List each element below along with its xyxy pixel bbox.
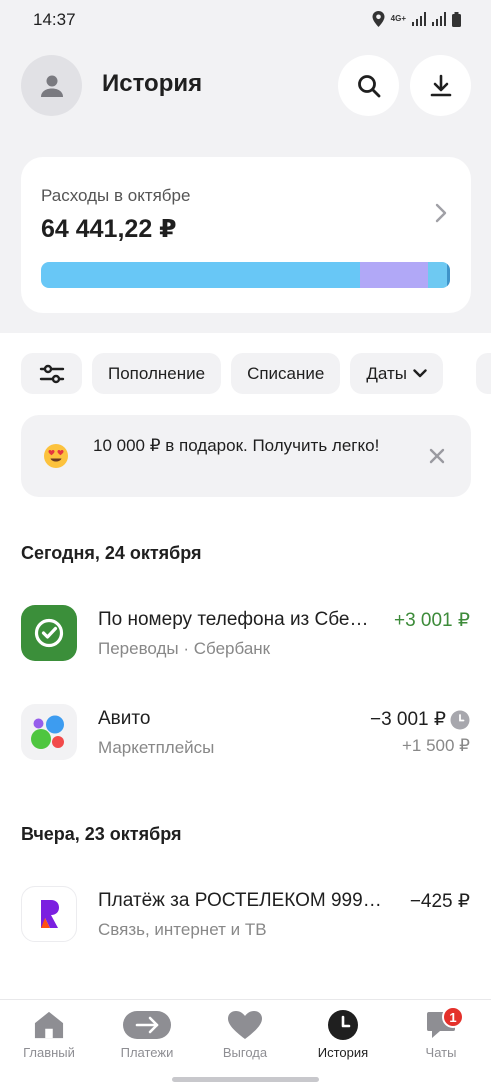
status-time: 14:37 bbox=[33, 10, 76, 29]
nav-label: Главный bbox=[23, 1045, 75, 1060]
sberbank-logo-icon bbox=[21, 605, 77, 661]
transaction-amount: −425 ₽ bbox=[409, 891, 470, 912]
nav-item-history[interactable]: История bbox=[294, 1010, 392, 1068]
filter-dates-chip[interactable]: Даты bbox=[350, 353, 443, 394]
page-title: История bbox=[102, 70, 203, 97]
nav-item-chats[interactable]: 1 Чаты bbox=[392, 1006, 490, 1068]
clock-icon bbox=[328, 1010, 358, 1040]
search-button[interactable] bbox=[338, 55, 399, 116]
pending-clock-icon bbox=[450, 710, 470, 730]
user-icon bbox=[40, 75, 63, 97]
heart-eyes-emoji-icon bbox=[44, 444, 68, 468]
transaction-row[interactable]: Авито Маркетплейсы −3 001 ₽ +1 500 ₽ bbox=[0, 701, 491, 763]
transaction-category: Связь, интернет и ТВ bbox=[98, 920, 267, 939]
unread-badge: 1 bbox=[442, 1006, 464, 1028]
transaction-category: Переводы · Сбербанк bbox=[98, 639, 271, 658]
network-type-label: 4G+ bbox=[390, 14, 406, 23]
promo-banner[interactable]: 10 000 ₽ в подарок. Получить легко! bbox=[21, 415, 471, 497]
filter-topup-chip[interactable]: Пополнение bbox=[92, 353, 222, 394]
home-indicator[interactable] bbox=[172, 1077, 319, 1082]
nav-item-home[interactable]: Главный bbox=[0, 1010, 98, 1068]
monthly-spend-card[interactable]: Расходы в октябре 64 441,22 ₽ bbox=[21, 157, 471, 313]
battery-icon bbox=[452, 11, 461, 27]
download-icon bbox=[430, 74, 451, 96]
nav-label: История bbox=[317, 1045, 369, 1060]
transaction-title: Авито bbox=[98, 708, 151, 729]
filter-more-chip[interactable] bbox=[476, 353, 491, 394]
nav-item-payments[interactable]: Платежи bbox=[98, 1010, 196, 1068]
nav-label: Платежи bbox=[120, 1045, 174, 1060]
signal-2-icon bbox=[432, 12, 446, 26]
spend-segment bbox=[360, 262, 428, 288]
nav-label: Выгода bbox=[222, 1045, 268, 1060]
spend-amount: 64 441,22 ₽ bbox=[41, 215, 177, 243]
transaction-row[interactable]: По номеру телефона из Сбербанка Переводы… bbox=[0, 602, 491, 664]
signal-icon bbox=[412, 12, 426, 26]
nav-label: Чаты bbox=[425, 1045, 457, 1060]
search-icon bbox=[357, 74, 380, 97]
close-icon[interactable] bbox=[429, 448, 445, 464]
spend-segment bbox=[41, 262, 360, 288]
download-button[interactable] bbox=[410, 55, 471, 116]
transfer-icon bbox=[122, 1010, 172, 1040]
transaction-category: Маркетплейсы bbox=[98, 738, 215, 757]
sliders-icon bbox=[39, 364, 64, 383]
transaction-amount: +3 001 ₽ bbox=[393, 610, 470, 631]
filter-chips: Пополнение Списание Даты bbox=[21, 353, 443, 394]
heart-icon bbox=[227, 1010, 263, 1040]
status-icons: 4G+ bbox=[372, 11, 461, 27]
transaction-row[interactable]: Платёж за РОСТЕЛЕКОМ 9999999 Связь, инте… bbox=[0, 883, 491, 945]
spend-segment bbox=[428, 262, 447, 288]
transaction-secondary-amount: +1 500 ₽ bbox=[401, 736, 470, 755]
chevron-down-icon bbox=[413, 369, 427, 378]
transaction-title: По номеру телефона из Сбербанка bbox=[98, 609, 378, 630]
spend-segment bbox=[447, 262, 450, 288]
spend-category-bar bbox=[41, 262, 450, 288]
rostelecom-logo-icon bbox=[21, 886, 77, 942]
section-title-yesterday: Вчера, 23 октября bbox=[21, 824, 182, 844]
chevron-right-icon bbox=[435, 203, 447, 223]
nav-item-benefits[interactable]: Выгода bbox=[196, 1010, 294, 1068]
filter-settings-button[interactable] bbox=[21, 353, 82, 394]
promo-text: 10 000 ₽ в подарок. Получить легко! bbox=[93, 436, 380, 455]
filter-dates-label: Даты bbox=[366, 363, 407, 383]
transaction-amount: −3 001 ₽ bbox=[369, 709, 446, 730]
profile-avatar[interactable] bbox=[21, 55, 82, 116]
avito-logo-icon bbox=[21, 704, 77, 760]
spend-label: Расходы в октябре bbox=[41, 186, 191, 205]
status-bar: 14:37 4G+ bbox=[0, 0, 491, 40]
transaction-title: Платёж за РОСТЕЛЕКОМ 9999999 bbox=[98, 890, 384, 911]
section-title-today: Сегодня, 24 октября bbox=[21, 543, 202, 563]
location-icon bbox=[372, 11, 385, 27]
home-icon bbox=[34, 1010, 64, 1040]
filter-debit-chip[interactable]: Списание bbox=[231, 353, 341, 394]
